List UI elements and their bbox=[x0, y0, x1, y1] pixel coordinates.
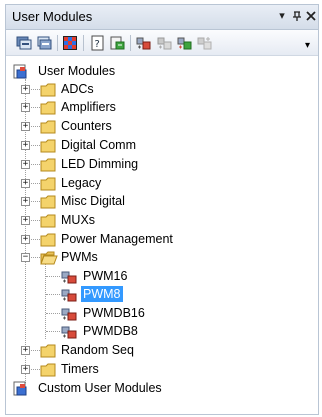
tree-module-pwm16[interactable]: PWM16 bbox=[6, 268, 318, 286]
user-modules-panel: User Modules ▾ ? ▾ User Modules + ADCs +… bbox=[5, 4, 319, 415]
module-icon bbox=[61, 270, 79, 284]
folder-icon bbox=[40, 344, 58, 358]
datasheet-icon[interactable]: ? bbox=[89, 35, 106, 51]
collapse-all-icon[interactable] bbox=[36, 35, 53, 51]
tree-item-label-selected: PWM8 bbox=[81, 286, 123, 302]
tree-item-label: PWMs bbox=[61, 250, 98, 264]
folder-icon bbox=[40, 195, 58, 209]
tree-item-label: PWM16 bbox=[83, 269, 128, 283]
module-disabled-icon[interactable] bbox=[156, 35, 173, 51]
tree-folder-muxs[interactable]: + MUXs bbox=[6, 212, 318, 230]
module-gray-icon[interactable] bbox=[196, 35, 213, 51]
tree-item-label: Power Management bbox=[61, 232, 173, 246]
toolbar-separator bbox=[57, 35, 58, 51]
tree-folder-misc-digital[interactable]: + Misc Digital bbox=[6, 193, 318, 211]
expand-icon[interactable]: + bbox=[21, 122, 30, 131]
expand-icon[interactable]: + bbox=[21, 160, 30, 169]
tree-item-label: PWMDB8 bbox=[83, 324, 138, 338]
tree-folder-amplifiers[interactable]: + Amplifiers bbox=[6, 99, 318, 117]
tree-folder-led-dimming[interactable]: + LED Dimming bbox=[6, 156, 318, 174]
tree-module-pwmdb8[interactable]: PWMDB8 bbox=[6, 323, 318, 341]
tree-item-label: MUXs bbox=[61, 213, 96, 227]
expand-icon[interactable]: + bbox=[21, 197, 30, 206]
tree-folder-timers[interactable]: + Timers bbox=[6, 361, 318, 379]
tree-folder-adcs[interactable]: + ADCs bbox=[6, 81, 318, 99]
tree-module-pwm8[interactable]: PWM8 bbox=[6, 286, 318, 304]
module-icon bbox=[61, 307, 79, 321]
tree-folder-random-seq[interactable]: + Random Seq bbox=[6, 342, 318, 360]
tree-module-pwmdb16[interactable]: PWMDB16 bbox=[6, 305, 318, 323]
module-icon bbox=[61, 325, 79, 339]
expand-icon[interactable]: + bbox=[21, 141, 30, 150]
expand-icon[interactable]: + bbox=[21, 179, 30, 188]
module-tree: User Modules + ADCs + Amplifiers + Count… bbox=[6, 57, 318, 414]
folder-icon bbox=[40, 363, 58, 377]
tree-root-custom-user-modules[interactable]: Custom User Modules bbox=[6, 380, 318, 398]
expand-icon[interactable]: + bbox=[21, 235, 30, 244]
user-modules-root-icon bbox=[12, 64, 30, 80]
tree-item-label: Legacy bbox=[61, 176, 102, 190]
module-config-icon[interactable] bbox=[135, 35, 152, 51]
tree-folder-legacy[interactable]: + Legacy bbox=[6, 175, 318, 193]
module-icon bbox=[61, 288, 79, 302]
tree-folder-pwms[interactable]: − PWMs bbox=[6, 249, 318, 267]
tree-root-user-modules[interactable]: User Modules bbox=[6, 63, 318, 81]
module-green-icon[interactable] bbox=[176, 35, 193, 51]
place-module-icon[interactable] bbox=[109, 35, 126, 51]
tree-item-label: Timers bbox=[61, 362, 99, 376]
folder-icon bbox=[40, 120, 58, 134]
tree-item-label: Amplifiers bbox=[61, 100, 116, 114]
tree-item-label: Counters bbox=[61, 119, 112, 133]
folder-icon bbox=[40, 177, 58, 191]
folder-icon bbox=[40, 139, 58, 153]
svg-text:?: ? bbox=[95, 39, 100, 50]
panel-menu-dropdown-icon[interactable]: ▾ bbox=[276, 10, 288, 22]
folder-icon bbox=[40, 158, 58, 172]
palette-icon[interactable] bbox=[62, 35, 79, 51]
tree-item-label: LED Dimming bbox=[61, 157, 139, 171]
tree-item-label: User Modules bbox=[38, 64, 116, 78]
folder-icon bbox=[40, 214, 58, 228]
expand-icon[interactable]: + bbox=[21, 85, 30, 94]
folder-icon bbox=[40, 101, 58, 115]
tree-folder-counters[interactable]: + Counters bbox=[6, 118, 318, 136]
expand-all-icon[interactable] bbox=[16, 35, 33, 51]
expand-icon[interactable]: + bbox=[21, 365, 30, 374]
collapse-icon[interactable]: − bbox=[21, 253, 30, 262]
panel-toolbar: ? ▾ bbox=[6, 30, 318, 56]
tree-item-label: Random Seq bbox=[61, 343, 134, 357]
tree-item-label: Custom User Modules bbox=[38, 381, 162, 395]
folder-icon bbox=[40, 83, 58, 97]
custom-modules-root-icon bbox=[12, 381, 30, 397]
tree-folder-digital-comm[interactable]: + Digital Comm bbox=[6, 137, 318, 155]
expand-icon[interactable]: + bbox=[21, 103, 30, 112]
panel-titlebar: User Modules ▾ bbox=[6, 5, 318, 30]
toolbar-separator bbox=[83, 35, 84, 51]
open-folder-icon bbox=[40, 251, 58, 265]
tree-item-label: Digital Comm bbox=[61, 138, 137, 152]
tree-item-label: ADCs bbox=[61, 82, 94, 96]
pin-icon[interactable] bbox=[291, 10, 303, 22]
expand-icon[interactable]: + bbox=[21, 216, 30, 225]
toolbar-overflow-icon[interactable]: ▾ bbox=[305, 40, 310, 51]
tree-item-label: PWMDB16 bbox=[83, 306, 145, 320]
close-icon[interactable] bbox=[305, 10, 317, 22]
tree-item-label: Misc Digital bbox=[61, 194, 125, 208]
expand-icon[interactable]: + bbox=[21, 346, 30, 355]
tree-folder-power-management[interactable]: + Power Management bbox=[6, 231, 318, 249]
toolbar-separator bbox=[130, 35, 131, 51]
panel-title: User Modules bbox=[12, 9, 93, 24]
folder-icon bbox=[40, 233, 58, 247]
